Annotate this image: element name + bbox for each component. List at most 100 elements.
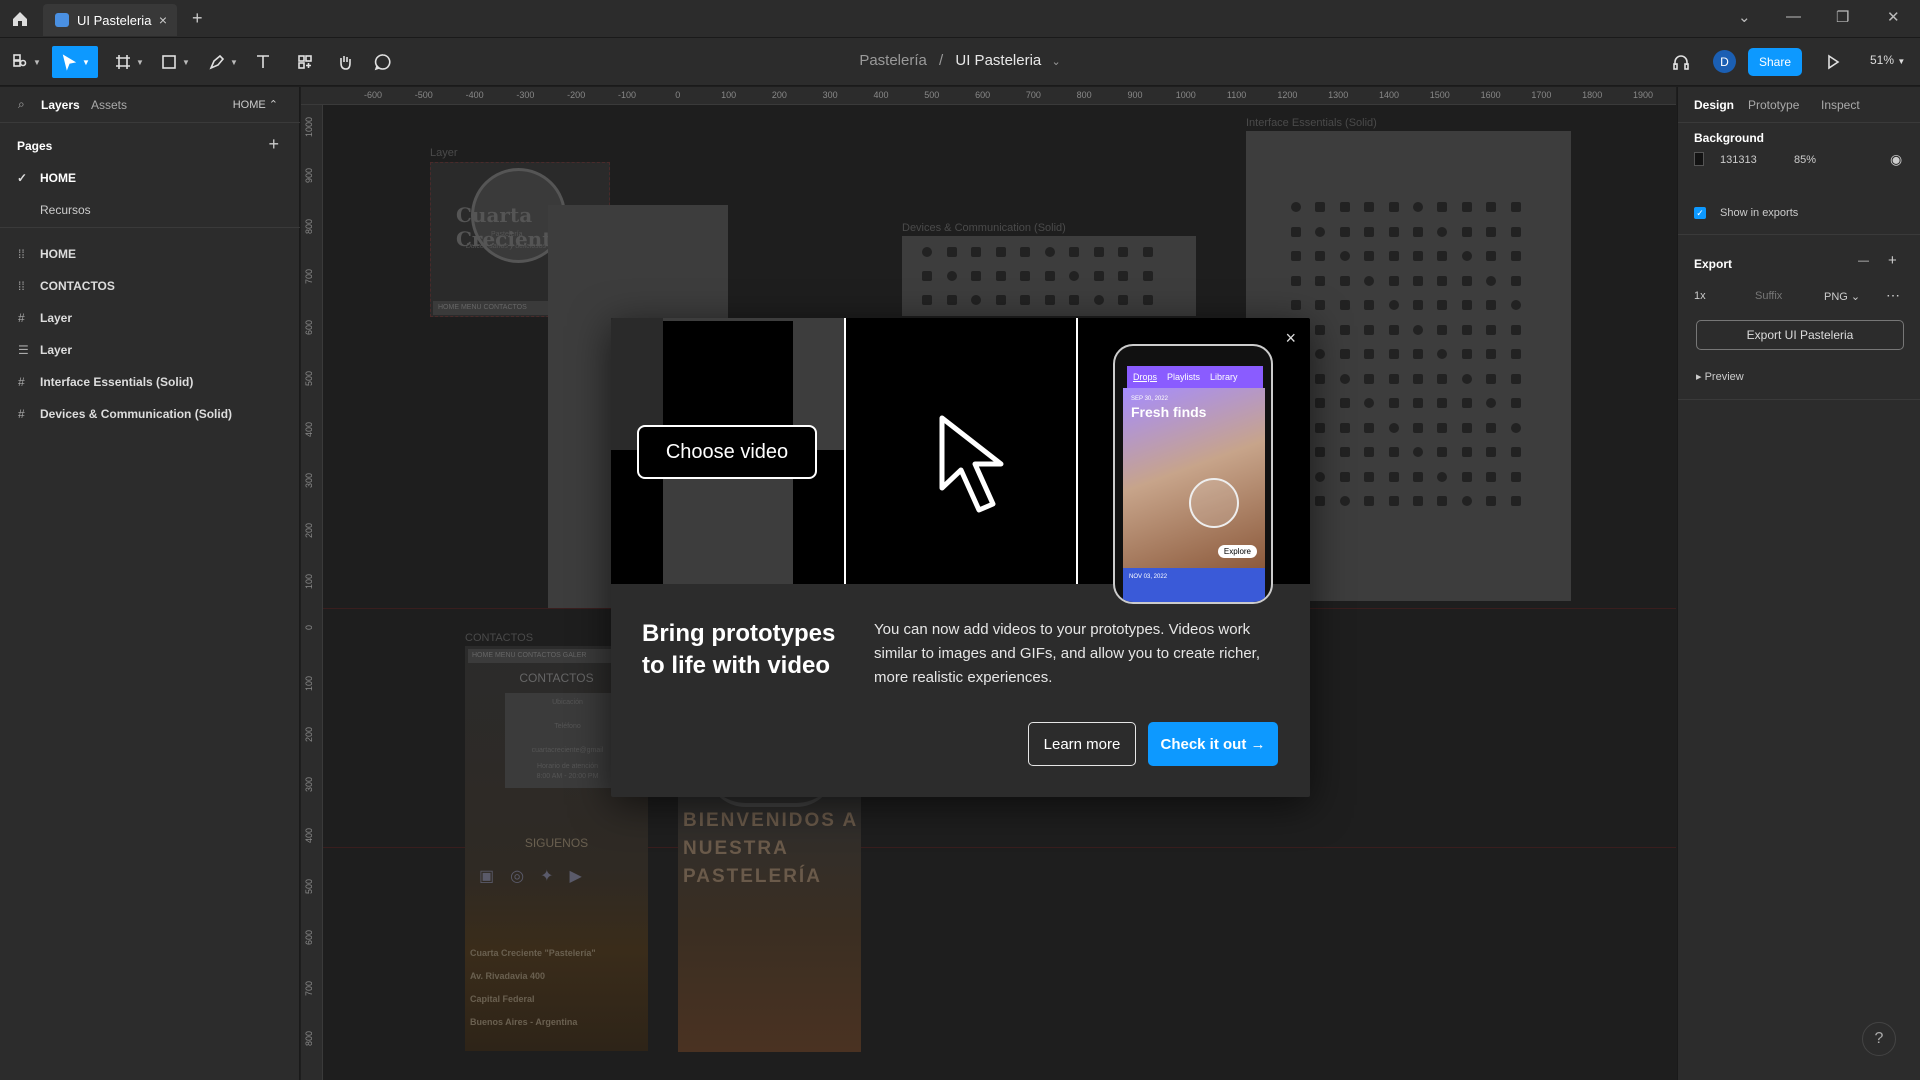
library-icon[interactable] [1437, 447, 1448, 457]
library-icon[interactable] [1339, 275, 1350, 286]
library-icon[interactable] [922, 295, 932, 305]
library-icon[interactable] [1510, 471, 1521, 482]
minimize-icon[interactable]: — [1786, 8, 1801, 25]
library-icon[interactable] [1093, 271, 1104, 281]
export-button[interactable]: Export UI Pasteleria [1696, 320, 1904, 350]
library-icon[interactable] [1413, 202, 1423, 212]
library-icon[interactable] [1142, 271, 1153, 281]
layer-item-devices-communication[interactable]: # Devices & Communication (Solid) [0, 400, 300, 428]
background-opacity-input[interactable]: 85% [1794, 154, 1816, 166]
library-icon[interactable] [1510, 349, 1521, 359]
frame-devices-communication[interactable] [902, 236, 1196, 316]
library-icon[interactable] [1364, 447, 1375, 457]
layer-item-layer[interactable]: # Layer [0, 304, 300, 332]
page-item-home[interactable]: ✓ HOME [0, 164, 300, 192]
choose-video-button[interactable]: Choose video [637, 425, 817, 479]
library-icon[interactable] [1020, 247, 1030, 257]
library-icon[interactable] [1291, 202, 1301, 212]
library-icon[interactable] [971, 295, 981, 305]
library-icon[interactable] [1486, 202, 1497, 212]
library-icon[interactable] [1461, 373, 1472, 384]
library-icon[interactable] [1461, 251, 1472, 261]
share-button[interactable]: Share [1748, 48, 1802, 76]
library-icon[interactable] [1315, 349, 1326, 359]
library-icon[interactable] [1486, 398, 1497, 408]
library-icon[interactable] [1339, 398, 1350, 408]
background-color-swatch[interactable] [1694, 152, 1704, 166]
library-icon[interactable] [1510, 275, 1521, 286]
library-icon[interactable] [1315, 324, 1326, 335]
learn-more-button[interactable]: Learn more [1028, 722, 1136, 766]
library-icon[interactable] [1364, 300, 1375, 310]
export-more-icon[interactable]: ⋯ [1886, 287, 1900, 304]
library-icon[interactable] [1413, 373, 1423, 384]
library-icon[interactable] [1486, 373, 1497, 384]
library-icon[interactable] [1437, 251, 1448, 261]
library-icon[interactable] [1413, 226, 1423, 237]
library-icon[interactable] [1388, 496, 1399, 506]
library-icon[interactable] [1413, 275, 1423, 286]
library-icon[interactable] [1364, 275, 1375, 286]
layer-item-interface-essentials[interactable]: # Interface Essentials (Solid) [0, 368, 300, 396]
library-icon[interactable] [1364, 471, 1375, 482]
library-icon[interactable] [1339, 373, 1350, 384]
library-icon[interactable] [1339, 422, 1350, 433]
library-icon[interactable] [1315, 251, 1326, 261]
library-icon[interactable] [1486, 447, 1497, 457]
help-button[interactable]: ? [1862, 1022, 1896, 1056]
library-icon[interactable] [1069, 295, 1079, 305]
library-icon[interactable] [1486, 251, 1497, 261]
add-page-icon[interactable]: + [268, 134, 279, 155]
library-icon[interactable] [1388, 202, 1399, 212]
library-icon[interactable] [1486, 349, 1497, 359]
library-icon[interactable] [1339, 202, 1350, 212]
tabs-dropdown-icon[interactable]: ⌄ [1738, 8, 1751, 26]
library-icon[interactable] [1339, 471, 1350, 482]
library-icon[interactable] [1291, 300, 1301, 310]
library-icon[interactable] [1413, 398, 1423, 408]
library-icon[interactable] [1510, 300, 1521, 310]
library-icon[interactable] [1364, 398, 1375, 408]
library-icon[interactable] [922, 271, 932, 281]
library-icon[interactable] [1461, 422, 1472, 433]
new-tab-icon[interactable]: + [192, 8, 203, 29]
file-menu-chevron-icon[interactable]: ⌄ [1051, 56, 1060, 68]
library-icon[interactable] [922, 247, 932, 257]
library-icon[interactable] [995, 247, 1006, 257]
library-icon[interactable] [1413, 447, 1423, 457]
library-icon[interactable] [1044, 247, 1055, 257]
library-icon[interactable] [1315, 373, 1326, 384]
library-icon[interactable] [946, 295, 957, 305]
library-icon[interactable] [1486, 275, 1497, 286]
background-hex-input[interactable]: 131313 [1720, 154, 1757, 166]
page-selector[interactable]: HOME ⌃ [233, 98, 278, 111]
library-icon[interactable] [1437, 398, 1448, 408]
library-icon[interactable] [1364, 422, 1375, 433]
project-name[interactable]: Pastelería [859, 52, 927, 69]
check-it-out-button[interactable]: Check it out → [1148, 722, 1278, 766]
library-icon[interactable] [1388, 226, 1399, 237]
library-icon[interactable] [1388, 422, 1399, 433]
library-icon[interactable] [1315, 447, 1326, 457]
library-icon[interactable] [1510, 422, 1521, 433]
library-icon[interactable] [1364, 373, 1375, 384]
library-icon[interactable] [1510, 496, 1521, 506]
file-name[interactable]: UI Pasteleria [955, 52, 1041, 69]
close-window-icon[interactable]: ✕ [1887, 8, 1900, 26]
tab-layers[interactable]: Layers [41, 98, 80, 112]
library-icon[interactable] [1315, 226, 1326, 237]
library-icon[interactable] [1388, 251, 1399, 261]
library-icon[interactable] [1142, 295, 1153, 305]
library-icon[interactable] [1142, 247, 1153, 257]
library-icon[interactable] [1315, 300, 1326, 310]
document-tab[interactable]: UI Pasteleria × [43, 4, 177, 36]
layer-item-layer-2[interactable]: ☰ Layer [0, 336, 300, 364]
library-icon[interactable] [1510, 398, 1521, 408]
export-suffix-input[interactable]: Suffix [1755, 290, 1782, 302]
tab-prototype[interactable]: Prototype [1748, 98, 1799, 112]
library-icon[interactable] [1437, 496, 1448, 506]
library-icon[interactable] [1461, 226, 1472, 237]
library-icon[interactable] [1486, 471, 1497, 482]
library-icon[interactable] [995, 271, 1006, 281]
tab-assets[interactable]: Assets [91, 98, 127, 112]
